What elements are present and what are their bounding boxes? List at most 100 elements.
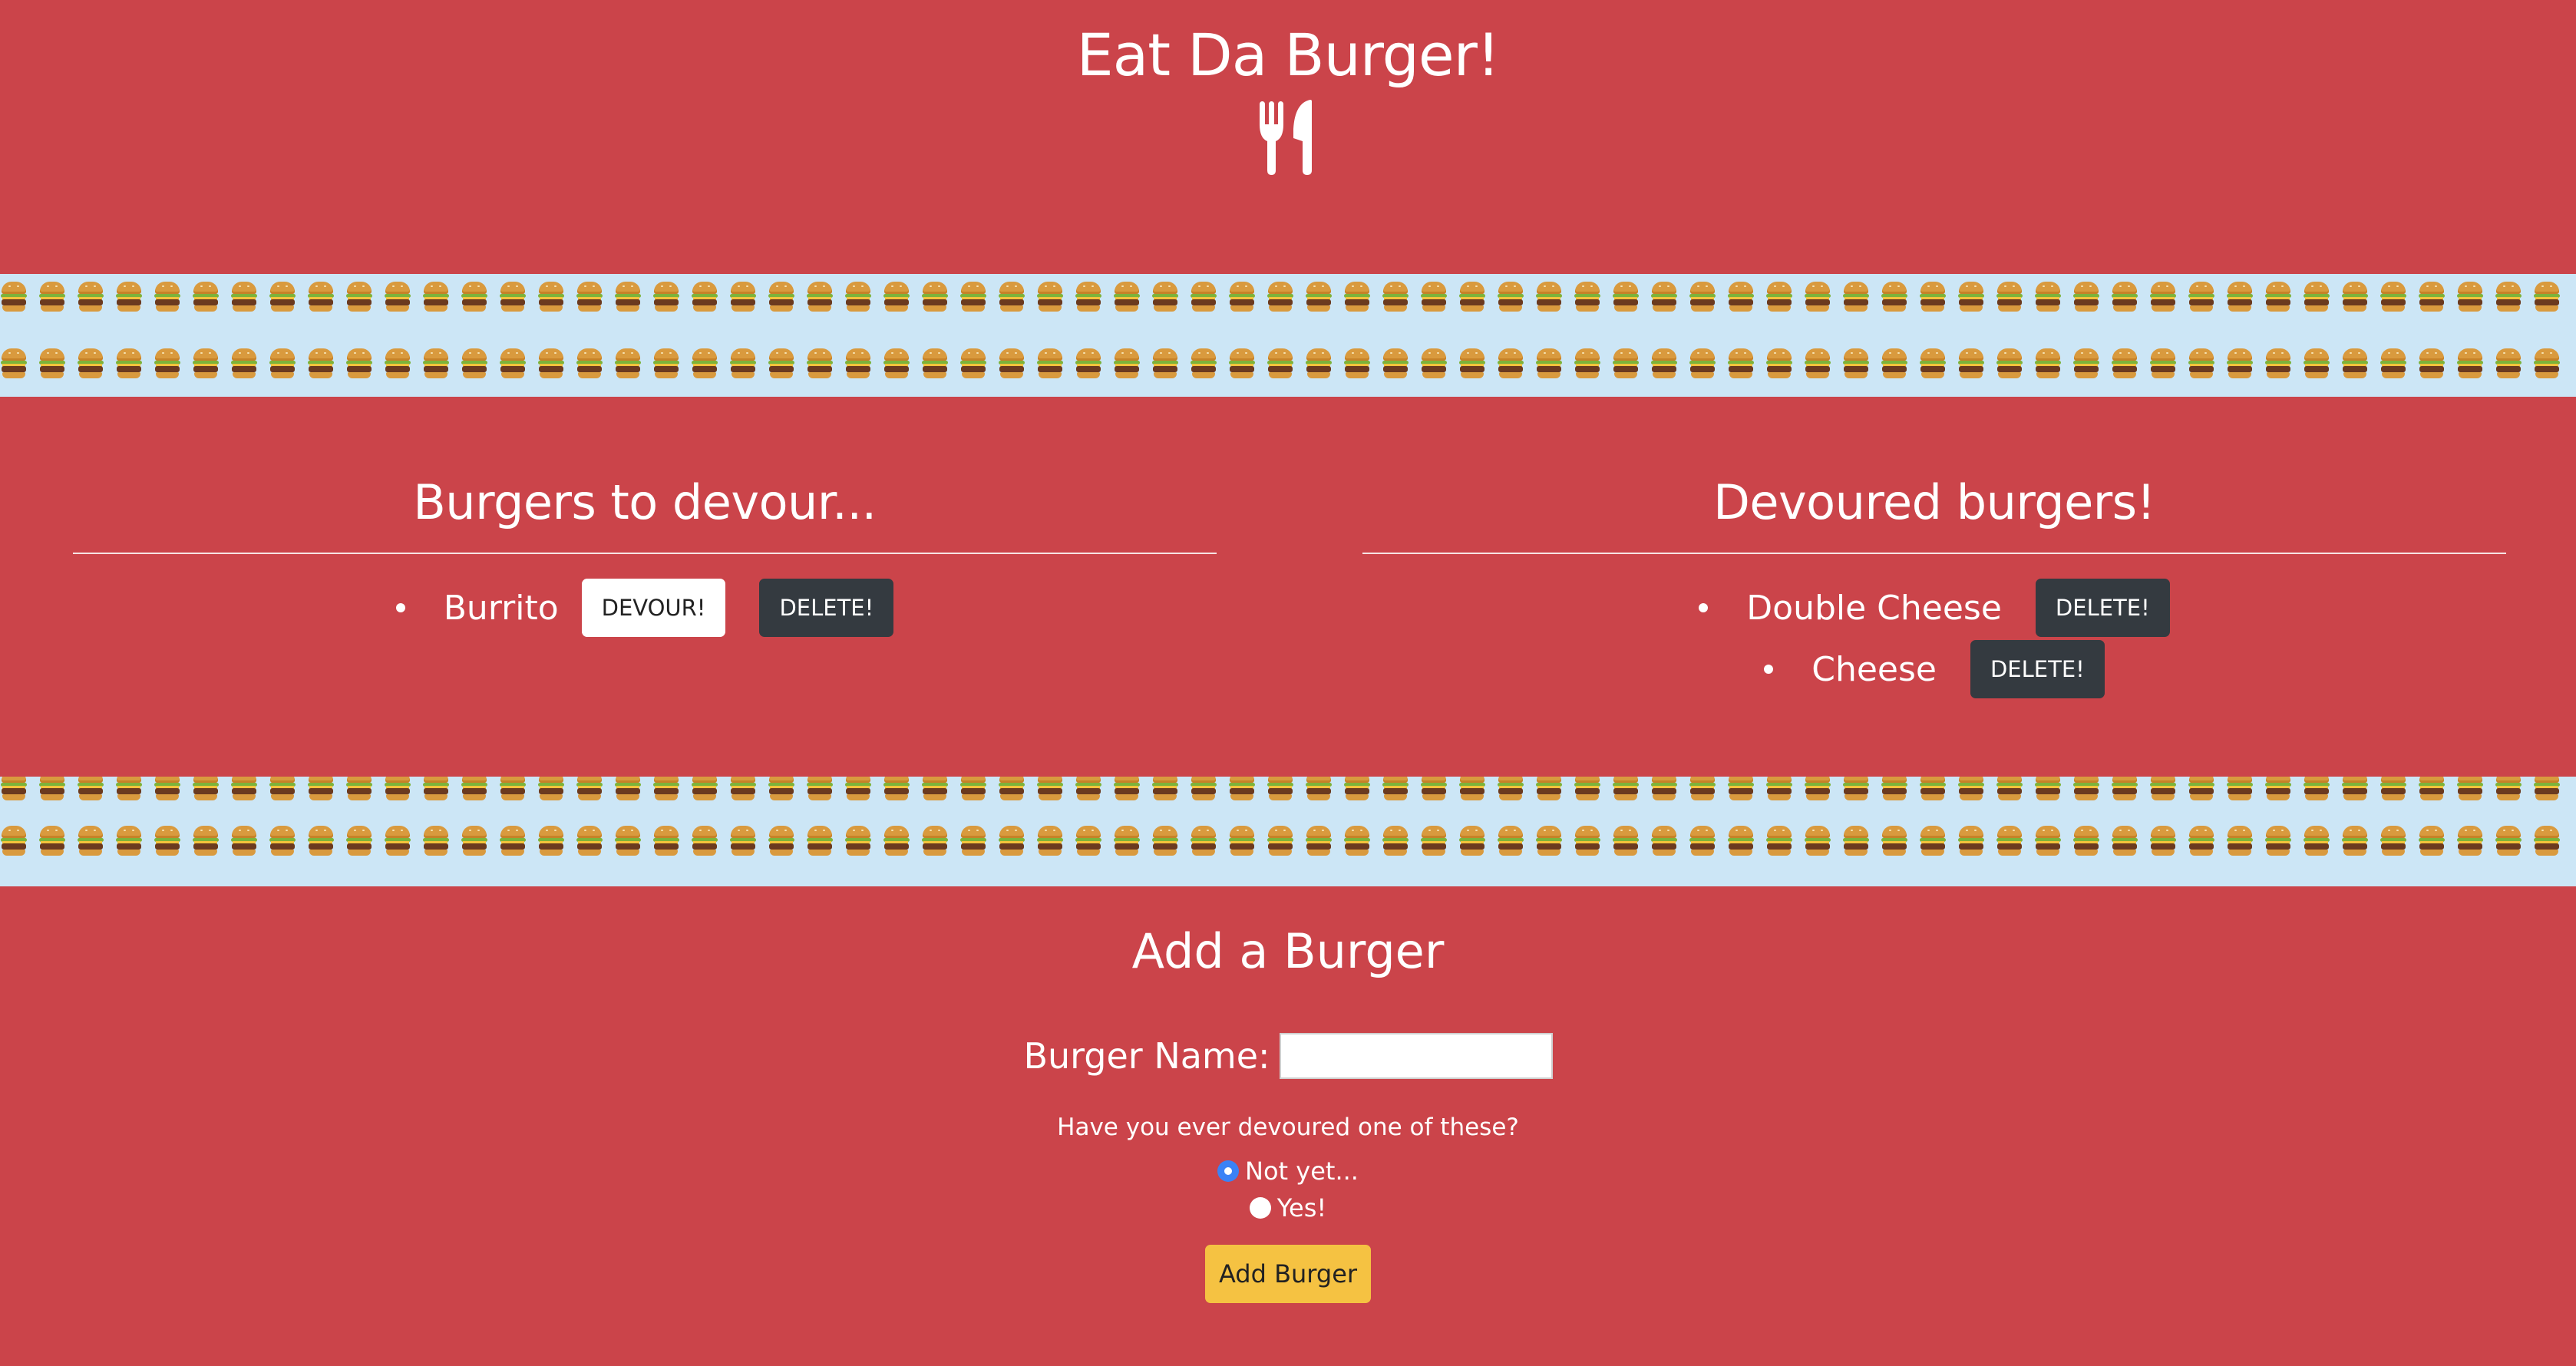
burger-pattern-icon [499,777,527,803]
burger-pattern-icon [2111,280,2138,314]
burger-pattern-icon [2341,280,2369,314]
burger-pattern-icon [1881,280,1908,314]
burger-pattern-icon [2072,824,2100,858]
burger-pattern-icon [2533,777,2561,803]
burger-pattern-icon [1881,824,1908,858]
burger-pattern-icon [1190,777,1217,803]
burger-pattern-icon [1957,280,1985,314]
burger-pattern-icon [691,280,718,314]
burger-pattern-icon [2149,347,2177,381]
burger-pattern-icon [422,280,450,314]
burger-pattern-icon [345,824,373,858]
burger-pattern-icon [2303,280,2330,314]
burger-pattern-icon [0,777,28,803]
burger-pattern-icon [307,280,335,314]
burger-pattern-icon [2533,280,2561,314]
burger-pattern-icon [1765,777,1793,803]
burger-pattern-icon [1919,347,1947,381]
burger-pattern-icon [2379,347,2407,381]
burger-pattern-icon [38,824,66,858]
burger-pattern-icon [422,347,450,381]
burger-pattern-icon [1535,777,1563,803]
burger-pattern-icon [1765,280,1793,314]
delete-button[interactable]: DELETE! [2035,579,2170,637]
burger-pattern-icon [768,777,795,803]
burger-pattern-icon [1919,777,1947,803]
burger-pattern-icon [461,280,488,314]
burger-pattern-icon [2264,347,2292,381]
burger-pattern-icon [1420,347,1448,381]
delete-button[interactable]: DELETE! [759,579,894,637]
burger-pattern-icon [154,280,181,314]
burger-pattern-icon [269,777,296,803]
burger-pattern-icon [537,824,565,858]
divider [1362,553,2506,554]
burger-pattern-icon [1113,347,1141,381]
burger-pattern-icon [154,777,181,803]
burger-pattern-icon [2303,777,2330,803]
devour-button[interactable]: DEVOUR! [581,579,726,637]
burger-pattern-icon [2072,280,2100,314]
burger-pattern-icon [38,280,66,314]
burger-pattern-icon [1804,347,1831,381]
burger-pattern-icon [1612,280,1640,314]
burger-pattern-icon [1650,824,1678,858]
to-devour-column: Burgers to devour... Burrito DEVOUR! DEL… [73,453,1217,638]
radio-button[interactable] [1217,1160,1240,1182]
burger-pattern-icon [2072,777,2100,803]
burger-pattern-icon [1458,347,1486,381]
burger-pattern-icon [1382,280,1409,314]
burger-pattern-icon [384,347,411,381]
burger-pattern-icon [2188,347,2215,381]
burger-pattern-icon [959,280,987,314]
burger-pattern-icon [1765,347,1793,381]
burger-pattern-icon [1075,777,1102,803]
burger-pattern-icon [269,347,296,381]
burger-pattern-icon [2456,777,2484,803]
burger-pattern-icon [1036,824,1064,858]
burger-pattern-icon [1574,280,1601,314]
radio-option-not-yet[interactable]: Not yet... [0,1153,2576,1189]
list-item: Cheese DELETE! [1362,638,2506,700]
burger-pattern-icon [2188,280,2215,314]
burger-pattern-icon [1881,347,1908,381]
burger-pattern-icon [422,777,450,803]
burger-pattern-icon [1765,824,1793,858]
delete-button[interactable]: DELETE! [1970,640,2105,698]
burger-pattern-icon [806,280,834,314]
burger-pattern-icon [1228,777,1256,803]
burger-pattern-icon [422,824,450,858]
burger-pattern-icon [2379,777,2407,803]
radio-button[interactable] [1249,1197,1271,1219]
burger-pattern-icon [2418,777,2446,803]
burger-name-input[interactable] [1279,1033,1553,1079]
burger-pattern-icon [1458,777,1486,803]
bullet [1699,603,1709,612]
burger-pattern-icon [1113,777,1141,803]
burger-pattern-icon [691,777,718,803]
burger-pattern-icon [77,824,104,858]
burger-pattern-icon [1842,280,1870,314]
burger-pattern-icon [959,777,987,803]
burger-pattern-icon [844,347,872,381]
burger-pattern-icon [2379,824,2407,858]
burger-pattern-icon [2418,824,2446,858]
burger-pattern-icon [461,347,488,381]
divider [73,553,1217,554]
burger-pattern-icon [2264,777,2292,803]
burger-pattern-icon [1113,824,1141,858]
burger-pattern-icon [1996,777,2023,803]
add-burger-button[interactable]: Add Burger [1205,1245,1371,1303]
burger-pattern-icon [77,777,104,803]
radio-option-yes[interactable]: Yes! [0,1189,2576,1226]
burger-pattern-icon [1497,824,1524,858]
burger-pattern-icon [614,280,642,314]
burger-pattern-icon [1574,347,1601,381]
burger-pattern-icon [192,777,220,803]
burger-pattern-icon [806,347,834,381]
burger-name: Cheese [1811,649,1937,689]
burger-pattern-icon [1267,777,1294,803]
add-burger-section: Add a Burger Burger Name: Have you ever … [0,890,2576,1303]
burger-pattern-icon [2495,824,2522,858]
burger-name: Double Cheese [1746,588,2002,628]
